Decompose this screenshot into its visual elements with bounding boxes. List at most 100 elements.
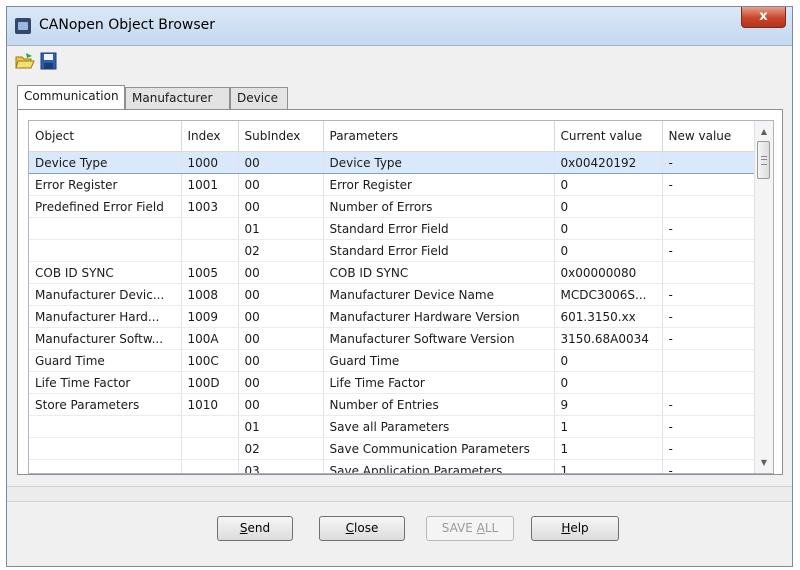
cell-current-value: 0 (554, 349, 663, 372)
table-row[interactable]: Manufacturer Hard... 1009 00 Manufacturer H… (29, 305, 755, 328)
col-header-subindex[interactable]: SubIndex (238, 121, 324, 152)
table-row[interactable]: Device Type 1000 00 Device Type 0x00420192- (29, 151, 755, 174)
cell-subindex: 02 (238, 437, 324, 460)
cell-current-value: 0x00420192 (554, 151, 663, 174)
table-row[interactable]: COB ID SYNC 1005 00 COB ID SYNC 0x00000080 (29, 261, 755, 284)
cell-parameter: Error Register (323, 173, 555, 196)
cell-subindex: 00 (238, 283, 324, 306)
cell-new-value[interactable]: - (662, 217, 755, 240)
vertical-scrollbar[interactable]: ▲ ▼ (754, 121, 773, 473)
close-button[interactable]: Close (319, 516, 405, 541)
cell-new-value[interactable]: - (662, 437, 755, 460)
cell-object: Life Time Factor (29, 371, 182, 394)
table-row[interactable]: Guard Time 100C 00 Guard Time 0 (29, 349, 755, 372)
cell-subindex: 02 (238, 239, 324, 262)
cell-subindex: 00 (238, 327, 324, 350)
close-window-button[interactable]: x (741, 7, 786, 28)
object-table: Object Index SubIndex Parameters Current… (28, 120, 774, 474)
cell-subindex: 03 (238, 459, 324, 473)
cell-index: 1008 (181, 283, 239, 306)
cell-object: Manufacturer Softw... (29, 327, 182, 350)
window-title: CANopen Object Browser (39, 17, 215, 33)
cell-new-value[interactable] (662, 371, 755, 394)
cell-parameter: Save Communication Parameters (323, 437, 555, 460)
cell-new-value[interactable]: - (662, 239, 755, 262)
scroll-up-arrow-icon[interactable]: ▲ (755, 123, 773, 140)
tab-communication[interactable]: Communication (17, 85, 125, 109)
cell-object: Device Type (29, 151, 182, 174)
title-bar[interactable]: CANopen Object Browser x (7, 7, 792, 46)
cell-object: Error Register (29, 173, 182, 196)
col-header-parameters[interactable]: Parameters (323, 121, 555, 152)
cell-new-value[interactable] (662, 261, 755, 284)
table-row[interactable]: Manufacturer Devic... 1008 00 Manufacturer … (29, 283, 755, 306)
cell-subindex: 00 (238, 195, 324, 218)
cell-subindex: 00 (238, 371, 324, 394)
tab-manufacturer[interactable]: Manufacturer (125, 87, 230, 109)
cell-object (29, 459, 182, 473)
cell-parameter: Save Application Parameters (323, 459, 555, 473)
cell-current-value: 1 (554, 437, 663, 460)
cell-parameter: Number of Errors (323, 195, 555, 218)
cell-object: Predefined Error Field (29, 195, 182, 218)
cell-parameter: Manufacturer Device Name (323, 283, 555, 306)
table-row[interactable]: Predefined Error Field 1003 00 Number of Er… (29, 195, 755, 218)
table-row[interactable]: 02 Save Communication Parameters 1- (29, 437, 755, 460)
col-header-object[interactable]: Object (29, 121, 182, 152)
table-row[interactable]: Life Time Factor 100D 00 Life Time Factor 0 (29, 371, 755, 394)
table-row[interactable]: 03 Save Application Parameters 1- (29, 459, 755, 473)
table-row[interactable]: Error Register 1001 00 Error Register 0- (29, 173, 755, 196)
col-header-index[interactable]: Index (181, 121, 239, 152)
table-row[interactable]: Store Parameters 1010 00 Number of Entries 9… (29, 393, 755, 416)
cell-new-value[interactable]: - (662, 459, 755, 473)
cell-subindex: 00 (238, 305, 324, 328)
open-folder-icon[interactable] (15, 52, 35, 70)
cell-index (181, 459, 239, 473)
table-row[interactable]: Manufacturer Softw... 100A 00 Manufacturer … (29, 327, 755, 350)
cell-index: 1001 (181, 173, 239, 196)
table-row[interactable]: 02 Standard Error Field 0- (29, 239, 755, 262)
cell-subindex: 00 (238, 173, 324, 196)
cell-parameter: Save all Parameters (323, 415, 555, 438)
tab-device[interactable]: Device (230, 87, 288, 109)
cell-subindex: 00 (238, 151, 324, 174)
cell-subindex: 01 (238, 217, 324, 240)
cell-parameter: Manufacturer Hardware Version (323, 305, 555, 328)
cell-object (29, 239, 182, 262)
table-row[interactable]: 01 Save all Parameters 1- (29, 415, 755, 438)
cell-new-value[interactable]: - (662, 173, 755, 196)
scroll-thumb[interactable] (757, 141, 770, 179)
cell-new-value[interactable]: - (662, 415, 755, 438)
save-disk-icon[interactable] (39, 52, 59, 70)
cell-current-value: 0 (554, 195, 663, 218)
table-row[interactable]: 01 Standard Error Field 0- (29, 217, 755, 240)
cell-index: 1003 (181, 195, 239, 218)
cell-parameter: Standard Error Field (323, 217, 555, 240)
cell-index: 1005 (181, 261, 239, 284)
cell-index: 1009 (181, 305, 239, 328)
send-button[interactable]: Send (217, 516, 293, 541)
cell-new-value[interactable] (662, 195, 755, 218)
col-header-new-value[interactable]: New value (662, 121, 755, 152)
cell-new-value[interactable]: - (662, 393, 755, 416)
cell-new-value[interactable]: - (662, 283, 755, 306)
save-all-button[interactable]: SAVE ALL (426, 516, 514, 541)
cell-object: Guard Time (29, 349, 182, 372)
cell-parameter: Manufacturer Software Version (323, 327, 555, 350)
cell-current-value: 0 (554, 217, 663, 240)
scroll-down-arrow-icon[interactable]: ▼ (755, 454, 773, 471)
cell-current-value: 1 (554, 459, 663, 473)
cell-current-value: 601.3150.xx (554, 305, 663, 328)
cell-current-value: 3150.68A0034 (554, 327, 663, 350)
cell-current-value: MCDC3006S... (554, 283, 663, 306)
help-button[interactable]: Help (531, 516, 619, 541)
cell-new-value[interactable]: - (662, 305, 755, 328)
cell-object (29, 437, 182, 460)
cell-object: Store Parameters (29, 393, 182, 416)
cell-new-value[interactable]: - (662, 151, 755, 174)
tab-panel: Object Index SubIndex Parameters Current… (17, 109, 783, 475)
cell-new-value[interactable]: - (662, 327, 755, 350)
col-header-current-value[interactable]: Current value (554, 121, 663, 152)
cell-current-value: 0x00000080 (554, 261, 663, 284)
cell-new-value[interactable] (662, 349, 755, 372)
